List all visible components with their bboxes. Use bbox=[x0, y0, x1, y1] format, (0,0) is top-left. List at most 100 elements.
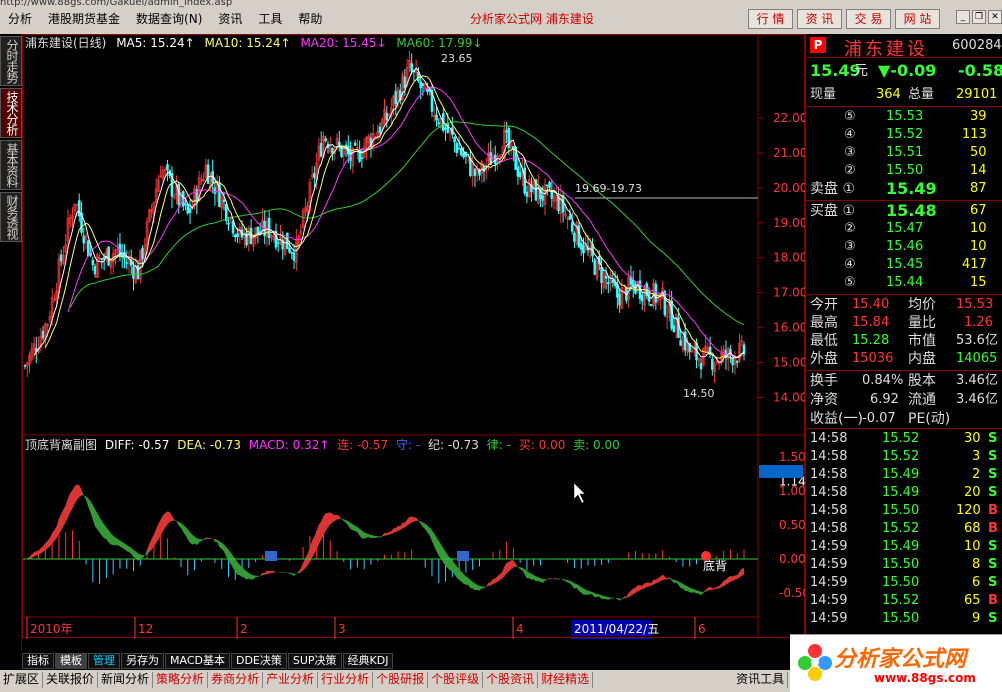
candle-body bbox=[360, 157, 364, 160]
tool-related[interactable]: 关联报价 bbox=[43, 672, 99, 688]
candle-body bbox=[100, 258, 104, 260]
tab-manage[interactable]: 管理 bbox=[88, 653, 120, 669]
tab-intraday[interactable]: 分时走势 bbox=[0, 36, 22, 86]
tab-save-as[interactable]: 另存为 bbox=[121, 653, 164, 669]
price-tick-label: 16.00 bbox=[773, 321, 806, 335]
tool-ext[interactable]: 扩展区 bbox=[0, 672, 44, 688]
candle-body bbox=[640, 294, 644, 302]
url-strip: http://www.88gs.com/Gakuei/admin_index.a… bbox=[0, 0, 520, 8]
menu-tools[interactable]: 工具 bbox=[250, 10, 290, 28]
candle-body bbox=[435, 114, 438, 121]
stats-row: 今开 15.40 均价 15.53 bbox=[810, 297, 994, 313]
stats2-row: 收益(一) -0.07 PE(动) bbox=[810, 411, 951, 427]
tab-sup[interactable]: SUP决策 bbox=[287, 653, 342, 669]
candle-body bbox=[227, 222, 230, 225]
candle-body bbox=[319, 143, 323, 157]
candle-body bbox=[136, 265, 140, 280]
indicator-header: 顶底背离副图 DIFF: -0.57 DEA: -0.73 MACD: 0.32… bbox=[25, 437, 624, 453]
tool-news[interactable]: 新闻分析 bbox=[98, 672, 154, 688]
logo-url[interactable]: www.88gs.com bbox=[874, 671, 976, 685]
tab-template[interactable]: 模板 bbox=[55, 653, 87, 669]
macd-tick-label: 1.50 bbox=[779, 450, 806, 464]
main-menu: 分析 港股期货基金 数据查询(N) 资讯 工具 帮助 bbox=[0, 10, 330, 28]
candle-body bbox=[663, 291, 667, 316]
tool-strategy[interactable]: 策略分析 bbox=[153, 672, 209, 688]
news-button[interactable]: 资 讯 bbox=[797, 9, 842, 29]
candle-body bbox=[236, 233, 239, 237]
menu-help[interactable]: 帮助 bbox=[290, 10, 330, 28]
candle-body bbox=[41, 330, 45, 339]
candle-body bbox=[403, 76, 407, 88]
tool-stock-news[interactable]: 个股资讯 bbox=[483, 672, 539, 688]
price-tick-label: 20.00 bbox=[773, 181, 806, 195]
close-icon[interactable]: ✕ bbox=[988, 10, 1002, 24]
tool-sector[interactable]: 行业分析 bbox=[318, 672, 374, 688]
price-change-pct: -0.58 bbox=[958, 61, 1002, 80]
menu-news[interactable]: 资讯 bbox=[210, 10, 250, 28]
candle-body bbox=[82, 235, 86, 244]
candle-body bbox=[505, 130, 508, 133]
buy-level-row: ④ 15.45 417 bbox=[844, 257, 987, 272]
cursor-date-underline bbox=[571, 638, 651, 639]
candle-body bbox=[125, 262, 129, 264]
shou-label: 守: - bbox=[395, 438, 421, 452]
tick-row: 14:58 15.49 20 S bbox=[810, 485, 998, 500]
tab-financials[interactable]: 财务透视 bbox=[0, 192, 22, 242]
tick-row: 14:59 15.50 8 S bbox=[810, 557, 998, 572]
candle-body bbox=[444, 127, 447, 130]
candle-body bbox=[337, 141, 341, 146]
tool-finance[interactable]: 财经精选 bbox=[538, 672, 594, 688]
candle-body bbox=[107, 246, 110, 266]
candle-body bbox=[292, 252, 296, 261]
candle-body bbox=[186, 204, 190, 214]
tab-indicator[interactable]: 指标 bbox=[22, 653, 54, 669]
menu-hk-futures[interactable]: 港股期货基金 bbox=[40, 10, 128, 28]
tool-info[interactable]: 资讯工具 bbox=[733, 672, 789, 688]
candle-body bbox=[525, 191, 529, 197]
logo-text: 分析家公式网 bbox=[834, 647, 967, 672]
tool-broker[interactable]: 券商分析 bbox=[208, 672, 264, 688]
candle-body bbox=[177, 183, 181, 206]
tab-technical[interactable]: 技术分析 bbox=[0, 88, 22, 138]
tool-research[interactable]: 个股研报 bbox=[373, 672, 429, 688]
tab-kdj[interactable]: 经典KDJ bbox=[342, 653, 394, 669]
signal-icon bbox=[457, 551, 469, 561]
website-button[interactable]: 网 站 bbox=[895, 9, 940, 29]
price-tick-label: 21.00 bbox=[773, 146, 806, 160]
candle-body bbox=[654, 283, 658, 303]
indicator-name: 顶底背离副图 bbox=[25, 438, 98, 452]
stats2-row: 净资 6.92 流通 3.46亿 bbox=[810, 392, 998, 408]
quotes-button[interactable]: 行 情 bbox=[748, 9, 793, 29]
candle-body bbox=[711, 358, 714, 370]
candle-body bbox=[679, 340, 682, 346]
tab-macd-basic[interactable]: MACD基本 bbox=[165, 653, 230, 669]
tab-dde[interactable]: DDE决策 bbox=[230, 653, 287, 669]
tick-row: 14:58 15.52 68 B bbox=[810, 521, 998, 536]
price-tick-label: 14.00 bbox=[773, 391, 806, 405]
stock-period-name: 浦东建设(日线) bbox=[25, 36, 107, 50]
ma60-label: MA60: 17.99↓ bbox=[396, 36, 483, 50]
candle-body bbox=[631, 279, 635, 286]
tab-fundamentals[interactable]: 基本资料 bbox=[0, 140, 22, 190]
tool-industry-chain[interactable]: 产业分析 bbox=[263, 672, 319, 688]
kline-chart-svg[interactable]: 22.0021.0020.0019.0018.0017.0016.0015.00… bbox=[23, 35, 806, 639]
tick-row: 14:58 15.52 3 S bbox=[810, 449, 998, 464]
buy-level-row: ③ 15.46 10 bbox=[844, 239, 987, 254]
trade-button[interactable]: 交 易 bbox=[846, 9, 891, 29]
minimize-icon[interactable]: _ bbox=[956, 10, 970, 24]
menu-analysis[interactable]: 分析 bbox=[0, 10, 40, 28]
restore-icon[interactable]: ❐ bbox=[972, 10, 986, 24]
menu-bar: http://www.88gs.com/Gakuei/admin_index.a… bbox=[0, 0, 1002, 34]
ma10-label: MA10: 15.24↑ bbox=[204, 36, 291, 50]
quote-panel: P 浦东建设 600284 15.49 元 ▼-0.09 -0.58 现量 36… bbox=[805, 34, 1002, 634]
menu-data-query[interactable]: 数据查询(N) bbox=[128, 10, 210, 28]
candle-body bbox=[324, 138, 328, 141]
price-row: 15.49 元 ▼-0.09 -0.58 bbox=[806, 62, 1002, 80]
tool-rating[interactable]: 个股评级 bbox=[428, 672, 484, 688]
candle-body bbox=[23, 365, 27, 367]
tick-row: 14:58 15.49 2 S bbox=[810, 467, 998, 482]
kline-chart-area[interactable]: 22.00 21.00 20.00 19.00 18.00 17.00 16.00 15.00… bbox=[22, 34, 806, 639]
ma5-label: MA5: 15.24↑ bbox=[116, 36, 195, 50]
candle-body bbox=[618, 293, 621, 306]
candle-body bbox=[141, 248, 144, 259]
